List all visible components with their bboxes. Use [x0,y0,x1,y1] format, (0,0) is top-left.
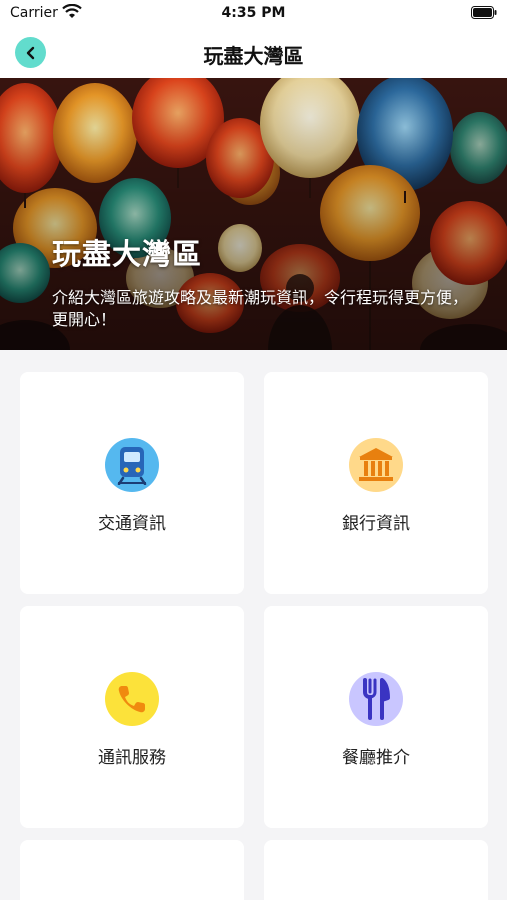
status-bar: Carrier 4:35 PM [0,0,507,28]
train-icon [105,438,159,492]
phone-icon [105,672,159,726]
hero-description: 介紹大灣區旅遊攻略及最新潮玩資訊，令行程玩得更方便，更開心！ [52,288,469,329]
category-card-transport[interactable]: 交通資訊 [20,372,244,594]
category-card-restaurant[interactable]: 餐廳推介 [264,606,488,828]
category-label: 交通資訊 [98,514,166,534]
status-time: 4:35 PM [221,5,286,21]
category-card-partial[interactable] [264,840,488,900]
category-card-telecom[interactable]: 通訊服務 [20,606,244,828]
hero-banner: 玩盡大灣區 介紹大灣區旅遊攻略及最新潮玩資訊，令行程玩得更方便，更開心！ [0,78,507,350]
bank-icon [349,438,403,492]
fork-knife-icon [349,672,403,726]
category-card-bank[interactable]: 銀行資訊 [264,372,488,594]
navigation-bar: 玩盡大灣區 [0,28,507,78]
category-label: 餐廳推介 [342,748,410,768]
category-label: 通訊服務 [98,748,166,768]
category-label: 銀行資訊 [342,514,410,534]
hero-title: 玩盡大灣區 [52,237,203,271]
category-card-partial[interactable] [20,840,244,900]
page-title: 玩盡大灣區 [203,44,304,68]
battery-icon [471,6,497,19]
